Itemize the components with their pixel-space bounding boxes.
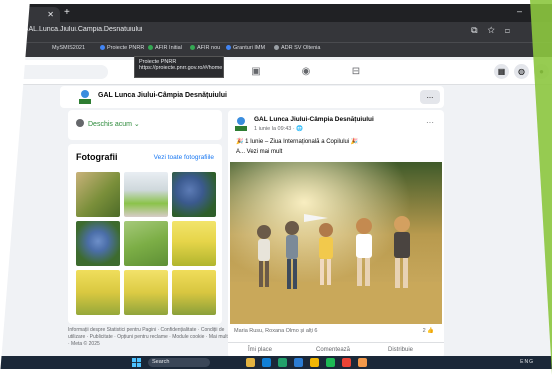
bookmark-favicon-icon [148, 45, 153, 51]
photo-thumbnail[interactable] [124, 172, 168, 217]
app-icon[interactable] [358, 358, 367, 367]
bookmark-star-icon[interactable]: ☆ [488, 25, 505, 35]
bookmark-label: AFIR nou [197, 45, 221, 51]
photo-thumbnail[interactable] [172, 221, 216, 266]
gal-logo-icon [78, 89, 92, 105]
page-more-button[interactable]: ... [420, 90, 440, 104]
photos-card: Fotografii Vezi toate fotografiile [68, 144, 222, 324]
post-card: GAL Lunca Jiului-Câmpia Desnățuiului 1 i… [228, 110, 444, 358]
bookmark-tooltip: Proiecte PNRR https://proiecte.pnrr.gov.… [134, 56, 224, 78]
bookmark-favicon-icon [226, 45, 231, 51]
word-icon[interactable] [294, 358, 303, 367]
see-more-link[interactable]: A... Vezi mai mult [236, 149, 282, 155]
store-icon[interactable] [278, 358, 287, 367]
url-field[interactable]: ...com/GAL.Lunca.Jiului.Campia.Desnatuiu… [0, 26, 472, 38]
post-photo[interactable] [230, 162, 442, 324]
chrome-icon[interactable] [342, 358, 351, 367]
close-icon[interactable]: ✕ [47, 10, 54, 19]
address-bar-actions: ⧉☆◻ [471, 25, 520, 36]
taskbar-search[interactable]: Search [148, 358, 210, 367]
gaming-icon[interactable]: ⊟ [350, 66, 362, 78]
bookmark-favicon-icon [190, 45, 195, 51]
comments-count[interactable]: 2 👍 [423, 328, 434, 334]
groups-icon[interactable]: ◉ [300, 66, 312, 78]
like-button[interactable]: Îmi place [248, 347, 272, 353]
gal-logo-icon [234, 116, 248, 132]
bookmarks-bar: Project ▾ MySMIS2021 Proiecte PNRR AFIR … [0, 42, 552, 57]
photo-thumbnail[interactable] [76, 270, 120, 315]
page-footer-links[interactable]: Informații despre Statistici pentru Pagi… [68, 327, 228, 348]
bookmark-item[interactable]: AFIR nou [190, 45, 220, 51]
comment-button[interactable]: Comentează [316, 347, 350, 353]
menu-grid-icon[interactable]: ▦ [494, 64, 509, 79]
photos-grid [76, 172, 216, 318]
page-header-bar: GAL Lunca Jiului-Câmpia Desnățuiului ... [60, 86, 444, 108]
marketplace-icon[interactable]: ▣ [250, 66, 262, 78]
open-status[interactable]: Deschis acum ⌄ [88, 120, 140, 128]
tooltip-url: https://proiecte.pnrr.gov.ro/#/home [139, 65, 223, 71]
bookmark-favicon-icon [100, 45, 105, 51]
share-button[interactable]: Distribuie [388, 347, 413, 353]
bookmark-label: AFIR Initial [155, 45, 182, 51]
messenger-icon[interactable]: ◍ [514, 64, 529, 79]
bookmark-item[interactable]: MySMIS2021 [52, 45, 85, 51]
bookmark-favicon-icon [274, 45, 279, 51]
photo-thumbnail[interactable] [124, 270, 168, 315]
page-name[interactable]: GAL Lunca Jiului-Câmpia Desnățuiului [98, 92, 227, 99]
bookmark-label: Proiecte PNRR [107, 45, 145, 51]
post-more-button[interactable]: ··· [426, 118, 434, 127]
new-tab-button[interactable]: + [64, 7, 70, 18]
clock-icon [76, 119, 84, 127]
see-all-photos-link[interactable]: Vezi toate fotografiile [154, 154, 214, 161]
file-explorer-icon[interactable] [246, 358, 255, 367]
slide-border-decoration [0, 0, 30, 375]
reactions-summary[interactable]: Maria Rusu, Roxana Olmo și alți 6 [234, 328, 317, 334]
bookmark-item[interactable]: ADR SV Oltenia [274, 45, 320, 51]
windows-start-icon[interactable] [132, 358, 141, 367]
facebook-top-nav: ok ▣ ◉ ⊟ ▦ ◍ ● [0, 60, 552, 85]
bookmark-label: Granturi IMM [233, 45, 266, 51]
bookmark-label: ADR SV Oltenia [281, 45, 321, 51]
extensions-icon[interactable]: ◻ [505, 25, 520, 35]
photo-thumbnail[interactable] [124, 221, 168, 266]
children-running-photo [230, 162, 442, 324]
windows-taskbar: Search ENG [0, 356, 552, 369]
post-author[interactable]: GAL Lunca Jiului-Câmpia Desnățuiului [254, 116, 374, 123]
photo-thumbnail[interactable] [76, 172, 120, 217]
photos-title: Fotografii [76, 152, 118, 162]
slide-green-accent [530, 0, 552, 375]
post-text: 🎉 1 Iunie – Ziua Internațională a Copilu… [236, 139, 359, 145]
address-bar: ...com/GAL.Lunca.Jiului.Campia.Desnatuiu… [0, 22, 552, 42]
photo-thumbnail[interactable] [172, 172, 216, 217]
bookmark-item[interactable]: Granturi IMM [226, 45, 265, 51]
browser-screenshot: ✕ + – ...com/GAL.Lunca.Jiului.Campia.Des… [0, 4, 552, 369]
share-icon[interactable]: ⧉ [471, 25, 487, 35]
photo-thumbnail[interactable] [172, 270, 216, 315]
bookmark-item[interactable]: AFIR Initial [148, 45, 182, 51]
minimize-button[interactable]: – [517, 6, 522, 16]
bookmark-item[interactable]: Proiecte PNRR [100, 45, 144, 51]
post-timestamp[interactable]: 1 iunie la 09:43 · 🌐 [254, 126, 303, 132]
tab-strip: ✕ + – [0, 4, 552, 22]
folder-icon[interactable] [310, 358, 319, 367]
open-hours-card: Deschis acum ⌄ [68, 110, 222, 140]
edge-icon[interactable] [262, 358, 271, 367]
app-icon[interactable] [326, 358, 335, 367]
photo-thumbnail[interactable] [76, 221, 120, 266]
